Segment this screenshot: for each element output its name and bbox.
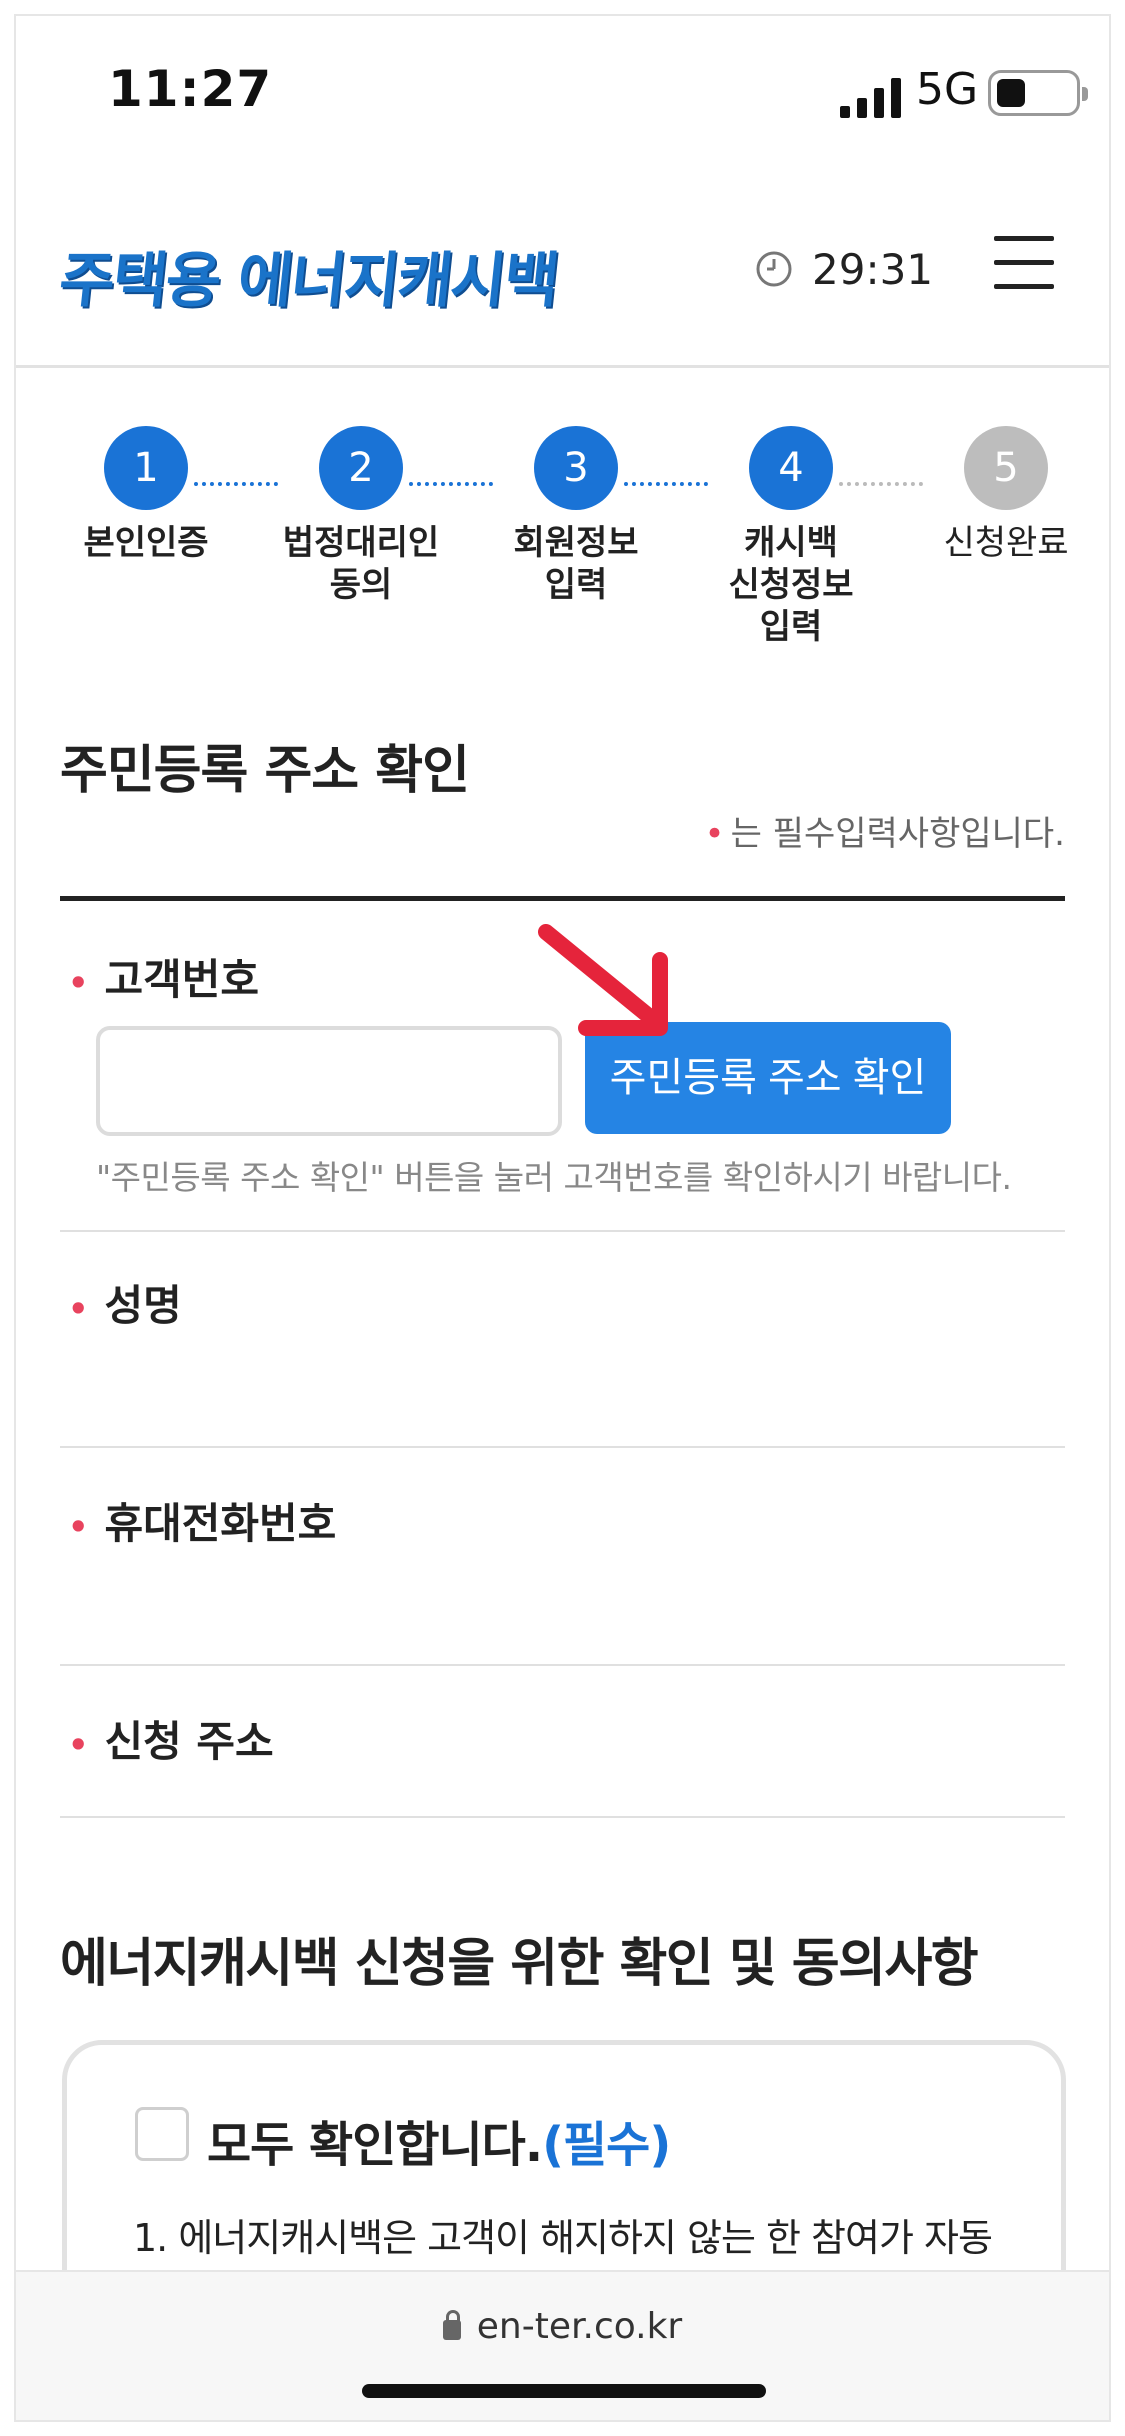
browser-url-bar[interactable]: en-ter.co.kr bbox=[16, 2270, 1109, 2420]
url-display[interactable]: en-ter.co.kr bbox=[16, 2306, 1109, 2347]
step-3-label: 회원정보 입력 bbox=[513, 523, 639, 605]
address-label: • 신청 주소 bbox=[68, 1717, 274, 1766]
signal-icon bbox=[840, 78, 901, 118]
section-title: 주민등록 주소 확인 bbox=[60, 741, 470, 801]
session-timer: 29:31 bbox=[754, 244, 933, 294]
step-3: 3 회원정보 입력 bbox=[496, 426, 656, 606]
battery-icon bbox=[988, 70, 1088, 116]
phone-label: • 휴대전화번호 bbox=[68, 1499, 337, 1548]
required-dot: • bbox=[704, 814, 725, 854]
step-2: 2 법정대리인 동의 bbox=[281, 426, 441, 606]
section-divider bbox=[60, 896, 1065, 901]
step-3-number: 3 bbox=[534, 426, 618, 510]
clock-icon bbox=[756, 251, 792, 287]
customer-number-input[interactable] bbox=[96, 1026, 562, 1136]
site-logo[interactable]: 주택용 에너지캐시백 bbox=[55, 232, 562, 319]
timer-text: 29:31 bbox=[812, 244, 934, 294]
customer-number-help: "주민등록 주소 확인" 버튼을 눌러 고객번호를 확인하시기 바랍니다. bbox=[96, 1158, 1012, 1197]
status-bar: 11:27 5G bbox=[16, 16, 1109, 166]
field-divider bbox=[60, 1664, 1065, 1666]
step-connector bbox=[624, 482, 708, 486]
step-connector bbox=[409, 482, 493, 486]
home-indicator[interactable] bbox=[362, 2384, 766, 2398]
step-5: 5 신청완료 bbox=[926, 426, 1086, 564]
step-4: 4 캐시백 신청정보 입력 bbox=[711, 426, 871, 648]
network-type: 5G bbox=[916, 64, 979, 115]
lock-icon bbox=[442, 2310, 461, 2340]
step-4-label: 캐시백 신청정보 입력 bbox=[728, 523, 854, 647]
agreement-title: 에너지캐시백 신청을 위한 확인 및 동의사항 bbox=[60, 1934, 979, 1994]
step-5-label: 신청완료 bbox=[943, 523, 1069, 563]
step-connector bbox=[839, 482, 923, 486]
step-5-number: 5 bbox=[964, 426, 1048, 510]
hamburger-menu-icon[interactable] bbox=[994, 236, 1054, 290]
step-1-number: 1 bbox=[104, 426, 188, 510]
field-divider bbox=[60, 1230, 1065, 1232]
status-time: 11:27 bbox=[108, 60, 273, 118]
customer-number-label: • 고객번호 bbox=[68, 955, 260, 1004]
agree-all-label[interactable]: 모두 확인합니다.(필수) bbox=[207, 2105, 671, 2175]
step-1-label: 본인인증 bbox=[83, 523, 209, 563]
required-note: • 는 필수입력사항입니다. bbox=[704, 814, 1065, 854]
field-divider bbox=[60, 1816, 1065, 1818]
annotation-arrow bbox=[538, 924, 668, 1036]
phone-screen: 11:27 5G 주택용 에너지캐시백 29:31 1 본인인증 2 법정대리인… bbox=[14, 14, 1111, 2422]
step-1: 1 본인인증 bbox=[66, 426, 226, 564]
step-2-label: 법정대리인 동의 bbox=[282, 523, 440, 605]
name-label: • 성명 bbox=[68, 1281, 182, 1330]
step-2-number: 2 bbox=[319, 426, 403, 510]
site-header: 주택용 에너지캐시백 29:31 bbox=[16, 166, 1109, 368]
field-divider bbox=[60, 1446, 1065, 1448]
agree-all-checkbox[interactable] bbox=[135, 2107, 189, 2161]
step-4-number: 4 bbox=[749, 426, 833, 510]
step-connector bbox=[194, 482, 278, 486]
